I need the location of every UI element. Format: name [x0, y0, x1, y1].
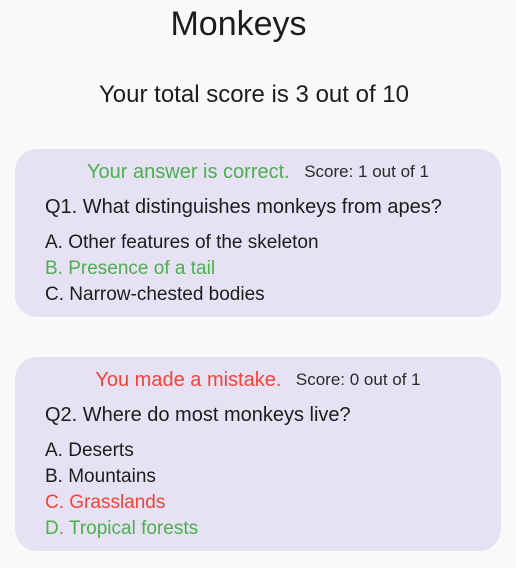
- answer-option-wrong: C. Grasslands: [45, 492, 166, 513]
- answer-options: A. Other features of the skeleton B. Pre…: [45, 230, 481, 308]
- page-title: Monkeys: [170, 5, 307, 43]
- answer-option: A. Deserts: [45, 440, 134, 461]
- total-score: Your total score is 3 out of 10: [99, 81, 409, 108]
- question-text: Q2. Where do most monkeys live?: [45, 404, 351, 426]
- answer-option: B. Mountains: [45, 466, 156, 487]
- verdict-row: You made a mistake. Score: 0 out of 1: [15, 367, 501, 393]
- answer-option: C. Narrow-chested bodies: [45, 284, 265, 305]
- question-score: Score: 0 out of 1: [295, 370, 421, 389]
- question-card: You made a mistake. Score: 0 out of 1 Q2…: [15, 357, 501, 551]
- answer-options: A. Deserts B. Mountains C. Grasslands D.…: [45, 438, 481, 542]
- answer-option-correct: D. Tropical forests: [45, 518, 199, 539]
- verdict-row: Your answer is correct. Score: 1 out of …: [15, 159, 501, 185]
- answer-option-correct: B. Presence of a tail: [45, 258, 216, 279]
- question-score: Score: 1 out of 1: [304, 162, 429, 181]
- question-text: Q1. What distinguishes monkeys from apes…: [45, 196, 442, 218]
- quiz-results-page: Monkeys Your total score is 3 out of 10 …: [0, 0, 516, 568]
- verdict-label: Your answer is correct.: [87, 161, 290, 183]
- verdict-label: You made a mistake.: [95, 369, 282, 391]
- answer-option: A. Other features of the skeleton: [45, 232, 319, 253]
- question-card: Your answer is correct. Score: 1 out of …: [15, 149, 501, 317]
